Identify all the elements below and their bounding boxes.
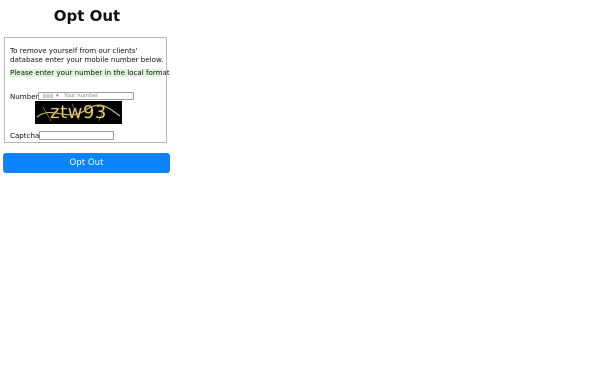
phone-number-input[interactable] xyxy=(64,93,132,99)
page-title: Opt Out xyxy=(53,7,121,25)
intro-text: To remove yourself from our clients' dat… xyxy=(10,46,164,65)
opt-out-form: To remove yourself from our clients' dat… xyxy=(4,37,170,143)
phone-number-field[interactable]: ▾ xyxy=(38,92,134,100)
chevron-down-icon[interactable]: ▾ xyxy=(56,93,59,99)
local-format-notice: Please enter your number in the local fo… xyxy=(10,68,170,77)
opt-out-button[interactable]: Opt Out xyxy=(3,153,170,173)
captcha-input[interactable] xyxy=(39,131,114,140)
number-label: Number xyxy=(10,92,39,101)
flag-placeholder-icon[interactable] xyxy=(43,94,53,98)
captcha-label: Captcha xyxy=(10,131,40,140)
captcha-image: ztw93 xyxy=(35,101,122,124)
captcha-graphic: ztw93 xyxy=(35,101,122,124)
captcha-text: ztw93 xyxy=(50,102,107,123)
